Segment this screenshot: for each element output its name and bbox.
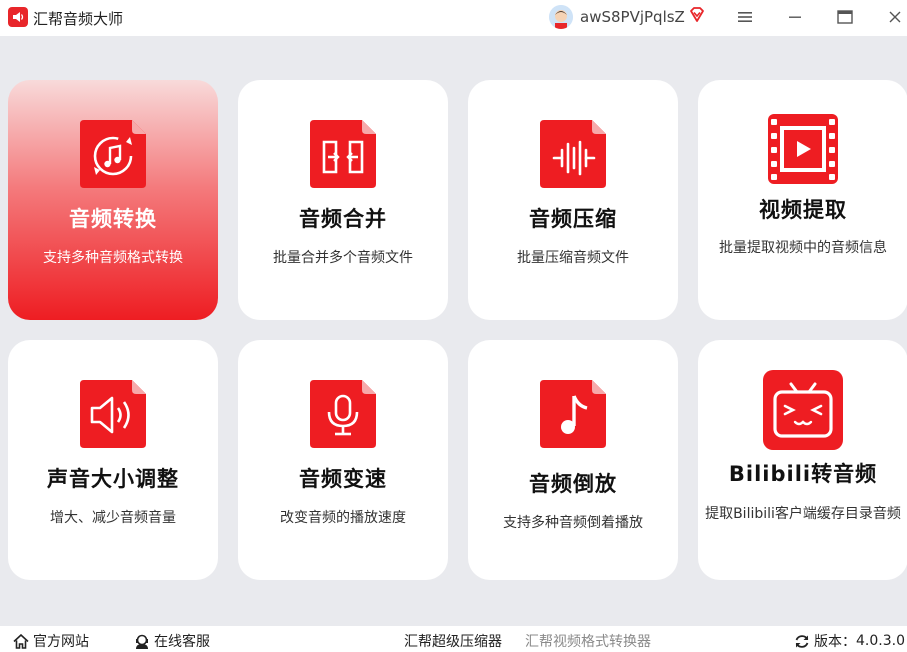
card-desc: 批量提取视频中的音频信息 (719, 240, 887, 256)
video-converter-link[interactable]: 汇帮视频格式转换器 (525, 631, 651, 651)
card-desc: 批量合并多个音频文件 (273, 250, 413, 266)
footer-bar: 官方网站 在线客服 汇帮超级压缩器 汇帮视频格式转换器 版本： 4.0.3.0 (0, 626, 907, 652)
home-icon (13, 633, 29, 649)
bilibili-tv-icon (763, 370, 843, 450)
maximize-icon (837, 10, 853, 24)
vip-diamond-icon[interactable] (688, 6, 706, 24)
card-desc: 增大、减少音频音量 (50, 510, 176, 526)
minimize-button[interactable] (784, 6, 806, 28)
official-website-link[interactable]: 官方网站 (13, 631, 89, 651)
title-bar: 汇帮音频大师 awS8PVjPqlsZ (0, 0, 907, 36)
version-number: 4.0.3.0 (856, 633, 905, 649)
card-bilibili-audio[interactable]: Bilibili转音频 提取Bilibili客户端缓存目录音频 (698, 340, 907, 580)
card-video-extract[interactable]: 视频提取 批量提取视频中的音频信息 (698, 80, 907, 320)
speaker-volume-icon (80, 380, 146, 448)
online-support-link[interactable]: 在线客服 (134, 631, 210, 651)
close-icon (889, 11, 901, 23)
card-desc: 批量压缩音频文件 (517, 250, 629, 266)
card-label: 音频变速 (299, 467, 387, 491)
hamburger-icon (738, 12, 752, 22)
version-info[interactable]: 版本： 4.0.3.0 (794, 631, 905, 651)
waveform-compress-icon (540, 120, 606, 188)
super-compressor-link[interactable]: 汇帮超级压缩器 (404, 631, 502, 651)
card-audio-compress[interactable]: 音频压缩 批量压缩音频文件 (468, 80, 678, 320)
avatar[interactable] (549, 5, 573, 29)
music-convert-icon (80, 120, 146, 188)
film-play-icon (768, 114, 838, 184)
card-audio-reverse[interactable]: 音频倒放 支持多种音频倒着播放 (468, 340, 678, 580)
card-label: 视频提取 (759, 198, 847, 222)
card-audio-merge[interactable]: 音频合并 批量合并多个音频文件 (238, 80, 448, 320)
online-support-label: 在线客服 (154, 634, 210, 650)
refresh-icon (795, 634, 809, 648)
close-button[interactable] (884, 6, 906, 28)
card-desc: 改变音频的播放速度 (280, 510, 406, 526)
card-desc: 支持多种音频格式转换 (43, 250, 183, 266)
card-audio-convert[interactable]: 音频转换 支持多种音频格式转换 (8, 80, 218, 320)
customer-service-icon (136, 634, 148, 649)
minimize-icon (789, 16, 801, 18)
card-audio-speed[interactable]: 音频变速 改变音频的播放速度 (238, 340, 448, 580)
maximize-button[interactable] (834, 6, 856, 28)
merge-icon (310, 120, 376, 188)
card-volume-adjust[interactable]: 声音大小调整 增大、减少音频音量 (8, 340, 218, 580)
microphone-icon (310, 380, 376, 448)
card-label: 音频压缩 (529, 207, 617, 231)
card-label: 声音大小调整 (47, 467, 179, 491)
user-name[interactable]: awS8PVjPqlsZ (580, 8, 685, 26)
version-label: 版本： (814, 634, 856, 650)
official-website-label: 官方网站 (33, 634, 89, 650)
card-label: 音频合并 (299, 207, 387, 231)
app-title: 汇帮音频大师 (33, 10, 124, 28)
card-label: 音频倒放 (529, 472, 617, 496)
card-desc: 提取Bilibili客户端缓存目录音频 (705, 506, 901, 522)
card-label: 音频转换 (69, 207, 157, 231)
music-note-icon (540, 380, 606, 448)
card-label: Bilibili转音频 (728, 462, 878, 486)
app-logo-icon (8, 7, 28, 27)
card-desc: 支持多种音频倒着播放 (503, 515, 643, 531)
menu-button[interactable] (734, 6, 756, 28)
